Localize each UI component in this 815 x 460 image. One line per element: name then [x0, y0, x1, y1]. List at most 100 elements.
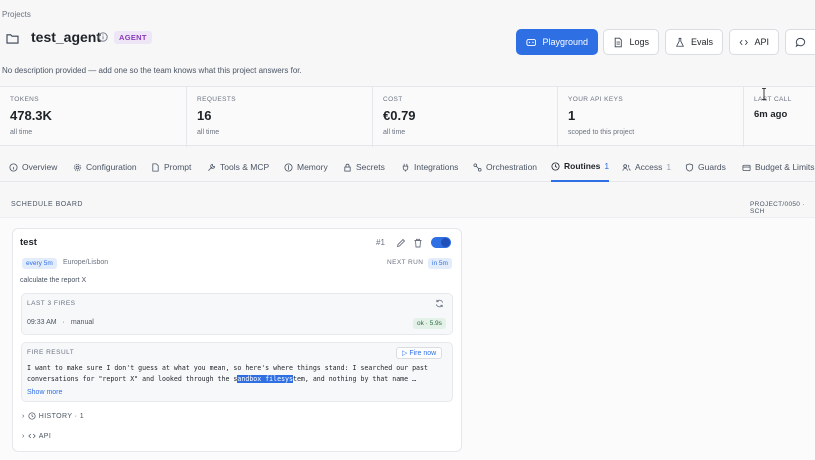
schedule-board-label: SCHEDULE BOARD [11, 201, 83, 208]
tab-orchestration[interactable]: Orchestration [473, 152, 537, 182]
fire-entry: 09:33 AM · manual [27, 319, 94, 326]
lock-icon [344, 163, 351, 172]
tab-prompt[interactable]: Prompt [151, 152, 191, 182]
stat-label: REQUESTS [197, 96, 236, 103]
stat-value: 478.3K [10, 108, 52, 123]
tab-overview[interactable]: Overview [9, 152, 57, 182]
tab-integrations[interactable]: Integrations [401, 152, 458, 182]
stat-sub: scoped to this project [568, 129, 635, 136]
stat-value: 6m ago [754, 109, 788, 120]
tab-secrets[interactable]: Secrets [343, 152, 385, 182]
wrench-icon [208, 163, 216, 171]
chevron-right-icon: › [22, 432, 25, 440]
fire-separator: · [62, 319, 65, 326]
tab-access[interactable]: Access 1 [622, 152, 671, 182]
next-run-label: NEXT RUN [387, 259, 424, 266]
chevron-right-icon: › [22, 412, 25, 420]
playground-button[interactable]: Playground [516, 29, 598, 55]
users-icon [622, 163, 631, 171]
tab-routines[interactable]: Routines 1 [551, 152, 610, 182]
last-fires-label: LAST 3 FIRES [27, 300, 76, 307]
stat-label: LAST CALL [754, 96, 792, 103]
code-icon [28, 433, 36, 439]
info-icon[interactable] [98, 32, 108, 42]
evals-button[interactable]: Evals [665, 29, 723, 55]
refresh-icon[interactable] [435, 299, 444, 308]
tab-tools[interactable]: Tools & MCP [207, 152, 269, 182]
tab-label: Memory [297, 162, 328, 172]
frequency-badge: every 5m [22, 258, 57, 269]
tab-label: Budget & Limits [755, 162, 815, 172]
tab-budget-limits[interactable]: Budget & Limits [742, 152, 815, 182]
tab-label: Orchestration [486, 162, 538, 172]
stat-value: 16 [197, 108, 212, 123]
text-selection: andbox filesys [237, 375, 293, 383]
tab-bar: Overview Configuration Prompt Tools & MC… [0, 152, 815, 182]
tab-label: Tools & MCP [220, 162, 270, 172]
fire-time: 09:33 AM [27, 319, 57, 326]
stat-tokens: TOKENS 478.3K all time [0, 87, 187, 147]
history-label: HISTORY · 1 [38, 412, 84, 420]
chat-icon [795, 37, 806, 47]
tab-label: Secrets [356, 162, 385, 172]
tab-memory[interactable]: Memory [284, 152, 328, 182]
history-icon [28, 412, 36, 420]
gear-icon [73, 163, 82, 171]
stat-api-keys: YOUR API KEYS 1 scoped to this project [558, 87, 744, 147]
playground-label: Playground [542, 37, 588, 47]
logs-button[interactable]: Logs [603, 29, 659, 55]
project-code: PROJECT/0050 · SCH [750, 201, 805, 215]
stat-requests: REQUESTS 16 all time [187, 87, 373, 147]
clock-icon [551, 161, 560, 171]
logs-label: Logs [629, 37, 649, 47]
fire-status-badge: ok · 5.9s [413, 318, 446, 329]
evals-label: Evals [690, 37, 713, 47]
fire-result-label: FIRE RESULT [27, 349, 75, 356]
document-icon [614, 37, 622, 47]
pencil-icon[interactable] [396, 238, 406, 248]
page-title: test_agent [31, 29, 102, 45]
stat-label: TOKENS [10, 96, 40, 103]
api-label: API [754, 37, 769, 47]
routine-description: calculate the report X [20, 277, 87, 284]
stat-value: €0.79 [383, 108, 416, 123]
fire-result-text: conversations for "report X" and looked … [27, 375, 238, 383]
next-run-badge: in 5m [428, 258, 452, 269]
stat-sub: all time [10, 129, 33, 136]
api-button[interactable]: API [729, 29, 779, 55]
show-more-link[interactable]: Show more [27, 389, 62, 396]
wallet-icon [742, 164, 751, 171]
fire-now-button[interactable]: ▷ Fire now [396, 347, 443, 359]
trash-icon[interactable] [413, 238, 423, 248]
breadcrumb[interactable]: Projects [2, 10, 31, 19]
tab-guards[interactable]: Guards [685, 152, 726, 182]
timezone-label: Europe/Lisbon [63, 259, 109, 266]
fire-result-line-1: I want to make sure I don't guess at wha… [27, 364, 428, 372]
api-section-label: API [38, 432, 52, 440]
playground-icon [526, 38, 537, 46]
tab-label: Guards [698, 162, 726, 172]
tab-label: Overview [22, 162, 58, 172]
stats-bar: TOKENS 478.3K all time REQUESTS 16 all t… [0, 86, 815, 147]
document-icon [152, 162, 159, 172]
chat-button[interactable] [785, 29, 815, 55]
routine-name: test [20, 237, 37, 248]
api-toggle[interactable]: › API [22, 432, 51, 440]
tab-label: Prompt [164, 162, 192, 172]
code-icon [739, 39, 748, 45]
stat-sub: all time [197, 129, 220, 136]
agent-badge: AGENT [114, 31, 152, 44]
text-cursor-icon [762, 88, 766, 100]
memory-icon [284, 162, 293, 172]
project-description: No description provided — add one so the… [2, 66, 302, 75]
fire-trigger: manual [70, 319, 94, 326]
stat-sub: all time [383, 129, 406, 136]
tab-configuration[interactable]: Configuration [73, 152, 137, 182]
tab-count: 1 [604, 161, 610, 171]
shield-icon [685, 162, 694, 172]
fire-result-text: tem, and nothing by that name … [292, 375, 417, 383]
info-icon [9, 162, 18, 172]
history-toggle[interactable]: › HISTORY · 1 [22, 412, 84, 420]
routine-enabled-toggle[interactable] [431, 237, 451, 248]
stat-value: 1 [568, 108, 576, 123]
